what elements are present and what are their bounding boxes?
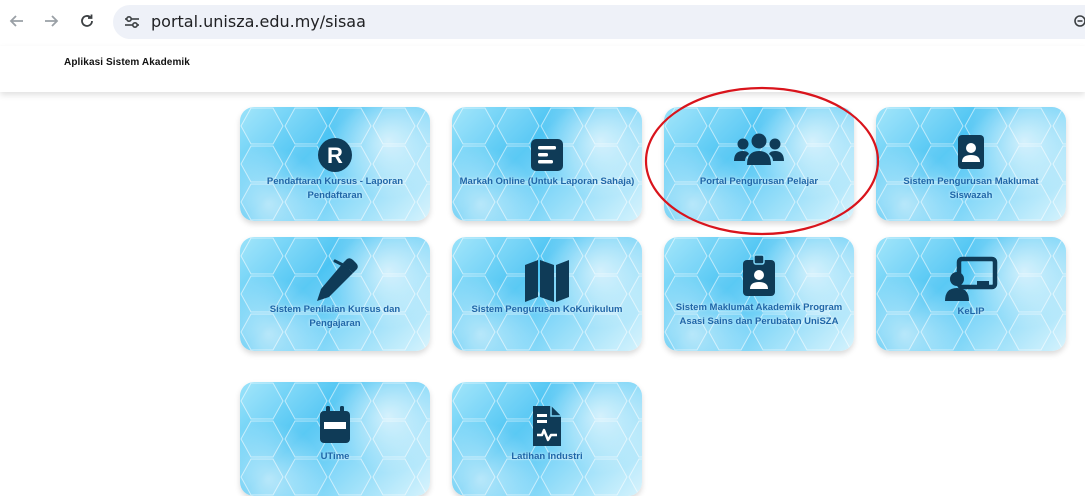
user-card-icon [958,135,984,169]
url-text[interactable]: portal.unisza.edu.my/sisaa [151,12,366,31]
tile-label: Portal Pengurusan Pelajar [699,176,819,187]
tile-label: Sistem Pengurusan Maklumat Siswazah [903,176,1039,201]
tile-penilaian-kursus[interactable]: Sistem Penilaian Kursus dan Pengajaran [240,237,430,351]
tile-label: UTime [320,451,350,462]
forward-button[interactable] [40,10,62,32]
tile-maklumat-asasi[interactable]: Sistem Maklumat Akademik Program Asasi S… [664,237,854,351]
tile-kelip[interactable]: KeLIP [876,237,1066,351]
teacher-board-icon [945,256,998,301]
arrow-right-icon [45,15,59,27]
r-circle-icon: R [318,138,352,172]
address-bar[interactable]: portal.unisza.edu.my/sisaa [113,5,1085,39]
document-lines-icon [531,139,563,171]
users-group-icon [734,133,784,165]
tile-label: Sistem Maklumat Akademik Program Asasi S… [675,302,843,327]
svg-text:R: R [327,143,343,168]
arrow-left-icon [9,15,23,27]
tile-label: Sistem Pengurusan KoKurikulum [471,304,623,315]
reload-button[interactable] [76,10,98,32]
tile-label: KeLIP [957,306,985,317]
tile-label: Pendaftaran Kursus - Laporan Pendaftaran [266,176,404,201]
app-title: Aplikasi Sistem Akademik [64,57,190,68]
reload-icon [81,14,93,27]
tile-pendaftaran-kursus[interactable]: R Pendaftaran Kursus - Laporan Pendaftar… [240,107,430,221]
zoom-icon[interactable] [1073,14,1085,30]
tile-markah-online[interactable]: Markah Online (Untuk Laporan Sahaja) [452,107,642,221]
map-icon [525,260,569,302]
pen-icon [317,258,358,301]
back-button[interactable] [6,10,28,32]
tile-portal-pengurusan-pelajar[interactable]: Portal Pengurusan Pelajar [664,107,854,221]
browser-toolbar: portal.unisza.edu.my/sisaa [0,0,1085,46]
tile-label: Sistem Penilaian Kursus dan Pengajaran [269,304,401,329]
file-medical-icon [533,406,561,446]
app-header: Aplikasi Sistem Akademik [0,46,1085,92]
tile-label: Markah Online (Untuk Laporan Sahaja) [459,176,635,187]
id-badge-icon [743,254,775,296]
tile-kokurikulum[interactable]: Sistem Pengurusan KoKurikulum [452,237,642,351]
calendar-icon [320,406,350,443]
tile-label: Latihan Industri [511,451,583,462]
site-settings-icon[interactable] [123,13,141,31]
tile-maklumat-siswazah[interactable]: Sistem Pengurusan Maklumat Siswazah [876,107,1066,221]
